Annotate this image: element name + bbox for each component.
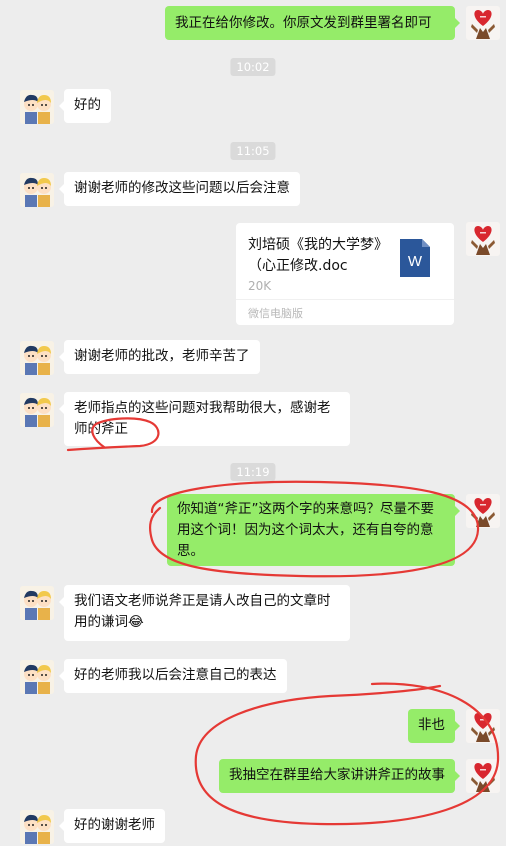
- teacher-avatar[interactable]: [466, 222, 500, 256]
- message-bubble-incoming[interactable]: 好的谢谢老师: [59, 809, 165, 843]
- message-text: 好的老师我以后会注意自己的表达: [74, 667, 277, 683]
- file-name: 刘培硕《我的大学梦》（心正修改.doc: [248, 237, 388, 274]
- annotation-circle-messages: [194, 682, 500, 826]
- message-text: 我抽空在群里给大家讲讲斧正的故事: [229, 767, 445, 783]
- message-text: 我正在给你修改。你原文发到群里署名即可: [175, 15, 432, 31]
- cartoon-kids-icon: [20, 90, 54, 124]
- svg-text:W: W: [408, 253, 423, 270]
- teacher-avatar[interactable]: [466, 6, 500, 40]
- message-text: 谢谢老师的修改这些问题以后会注意: [74, 180, 290, 196]
- message-bubble-incoming[interactable]: 老师指点的这些问题对我帮助很大，感谢老师的斧正: [59, 392, 350, 446]
- file-size: 20K: [248, 279, 272, 293]
- cartoon-kids-icon: [20, 586, 54, 620]
- message-bubble-incoming[interactable]: 好的老师我以后会注意自己的表达: [59, 659, 287, 693]
- cartoon-kids-icon: [20, 341, 54, 375]
- message-text: 好的谢谢老师: [74, 817, 155, 833]
- heart-hands-icon: [466, 759, 500, 793]
- heart-hands-icon: [466, 494, 500, 528]
- message-bubble-incoming[interactable]: 好的: [59, 89, 111, 123]
- student-avatar[interactable]: [20, 660, 54, 694]
- cartoon-kids-icon: [20, 810, 54, 844]
- message-bubble-incoming[interactable]: 谢谢老师的修改这些问题以后会注意: [59, 172, 300, 206]
- cartoon-kids-icon: [20, 393, 54, 427]
- message-text: 好的: [74, 97, 101, 113]
- message-text: 谢谢老师的批改，老师辛苦了: [74, 348, 250, 364]
- message-bubble-incoming[interactable]: 我们语文老师说斧正是请人改自己的文章时用的谦词😂: [59, 585, 350, 641]
- timestamp: 10:02: [230, 58, 276, 76]
- teacher-avatar[interactable]: [466, 494, 500, 528]
- heart-hands-icon: [466, 6, 500, 40]
- student-avatar[interactable]: [20, 586, 54, 620]
- message-bubble-outgoing[interactable]: 我正在给你修改。你原文发到群里署名即可: [165, 6, 460, 40]
- student-avatar[interactable]: [20, 810, 54, 844]
- message-text: 你知道“斧正”这两个字的来意吗？尽量不要用这个词！因为这个词太大，还有自夸的意思…: [177, 501, 434, 559]
- student-avatar[interactable]: [20, 173, 54, 207]
- message-bubble-outgoing[interactable]: 你知道“斧正”这两个字的来意吗？尽量不要用这个词！因为这个词太大，还有自夸的意思…: [167, 494, 460, 566]
- file-attachment-card[interactable]: 刘培硕《我的大学梦》（心正修改.doc W 20K 微信电脑版: [236, 223, 454, 325]
- cartoon-kids-icon: [20, 173, 54, 207]
- message-text: 我们语文老师说斧正是请人改自己的文章时用的谦词😂: [74, 593, 331, 630]
- timestamp: 11:05: [230, 142, 276, 160]
- word-document-icon: W: [400, 239, 430, 277]
- message-bubble-outgoing[interactable]: 非也: [408, 709, 460, 743]
- divider: [236, 299, 454, 300]
- message-bubble-outgoing[interactable]: 我抽空在群里给大家讲讲斧正的故事: [219, 759, 460, 793]
- message-text: 老师指点的这些问题对我帮助很大，感谢老师的斧正: [74, 400, 331, 437]
- cartoon-kids-icon: [20, 660, 54, 694]
- student-avatar[interactable]: [20, 341, 54, 375]
- timestamp: 11:19: [230, 463, 276, 481]
- student-avatar[interactable]: [20, 393, 54, 427]
- teacher-avatar[interactable]: [466, 709, 500, 743]
- message-text: 非也: [418, 717, 445, 733]
- file-source-label: 微信电脑版: [248, 307, 303, 320]
- teacher-avatar[interactable]: [466, 759, 500, 793]
- message-bubble-incoming[interactable]: 谢谢老师的批改，老师辛苦了: [59, 340, 260, 374]
- heart-hands-icon: [466, 709, 500, 743]
- student-avatar[interactable]: [20, 90, 54, 124]
- heart-hands-icon: [466, 222, 500, 256]
